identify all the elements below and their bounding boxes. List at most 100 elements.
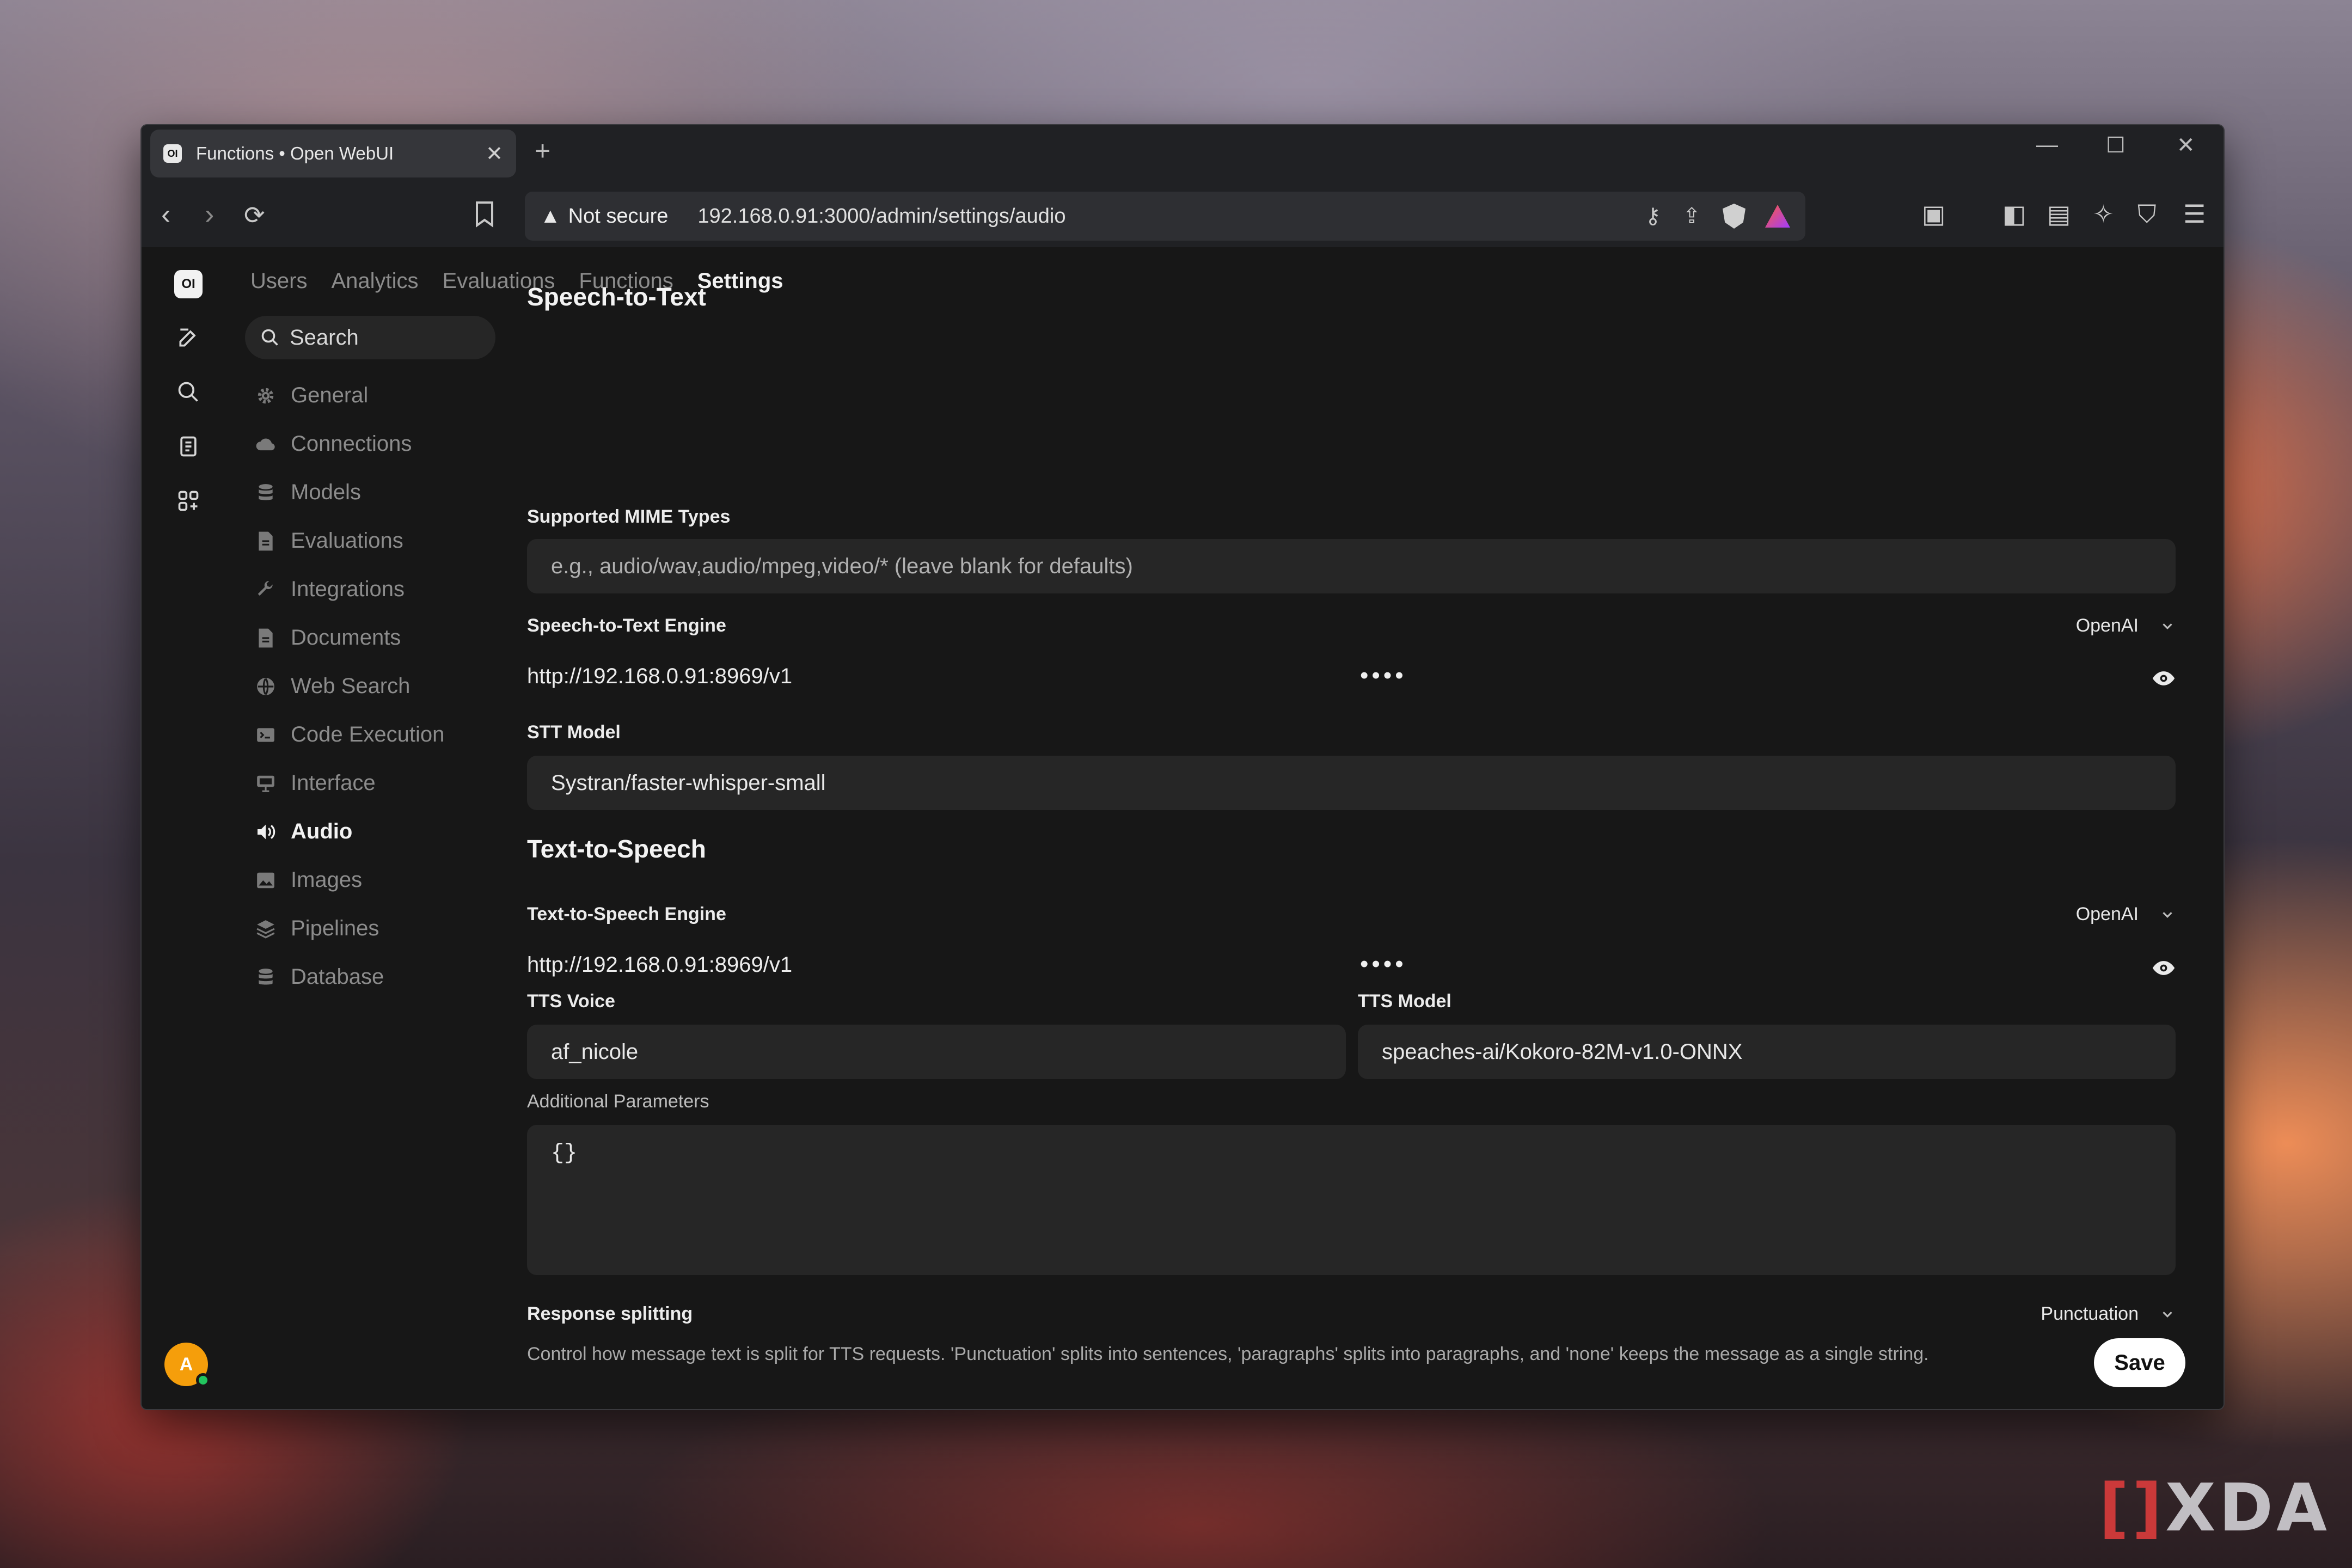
icon-rail: OI A — [142, 247, 226, 1409]
sidebar-item-interface[interactable]: Interface — [245, 759, 495, 807]
sidebar-item-integrations[interactable]: Integrations — [245, 565, 495, 614]
sidebar-item-label: Images — [291, 868, 363, 892]
save-button[interactable]: Save — [2094, 1338, 2185, 1387]
stt-engine-select[interactable]: OpenAI — [2076, 615, 2176, 636]
close-window-icon[interactable]: ✕ — [2177, 133, 2195, 158]
url-text[interactable]: 192.168.0.91:3000/admin/settings/audio — [697, 205, 1623, 228]
tts-api-key-input[interactable]: •••• — [1360, 951, 1407, 978]
stt-api-url-input[interactable]: http://192.168.0.91:8969/v1 — [527, 664, 792, 689]
speaker-icon — [255, 821, 277, 843]
response-splitting-description: Control how message text is split for TT… — [527, 1344, 1929, 1364]
database-icon — [255, 482, 277, 504]
sidebar-item-connections[interactable]: Connections — [245, 420, 495, 468]
back-icon[interactable]: ‹ — [161, 198, 170, 231]
tts-api-url-input[interactable]: http://192.168.0.91:8969/v1 — [527, 953, 792, 977]
response-splitting-label: Response splitting — [527, 1303, 693, 1324]
tts-model-label: TTS Model — [1358, 991, 1451, 1012]
sidebar-item-web-search[interactable]: Web Search — [245, 662, 495, 710]
sidebar-item-label: Documents — [291, 626, 401, 650]
stt-model-input[interactable]: Systran/faster-whisper-small — [527, 756, 2176, 810]
tts-voice-input[interactable]: af_nicole — [527, 1025, 1346, 1079]
search-label: Search — [290, 325, 359, 350]
workspace-icon[interactable] — [174, 487, 203, 515]
search-icon[interactable] — [174, 378, 203, 406]
globe-icon — [255, 676, 277, 697]
browser-tab[interactable]: OI Functions • Open WebUI ✕ — [150, 130, 516, 177]
sidebar-item-images[interactable]: Images — [245, 856, 495, 904]
sidebar-item-evaluations[interactable]: Evaluations — [245, 517, 495, 565]
forward-icon[interactable]: › — [205, 198, 214, 231]
sidebar-item-label: Connections — [291, 432, 412, 456]
tab-users[interactable]: Users — [250, 269, 307, 293]
tab-title: Functions • Open WebUI — [196, 143, 394, 163]
bookmark-icon[interactable] — [474, 200, 495, 234]
chevron-down-icon — [2163, 623, 2172, 629]
xda-watermark: []XDA — [2099, 1471, 2330, 1546]
sidebar-item-label: Evaluations — [291, 529, 403, 553]
reload-icon[interactable]: ⟳ — [244, 200, 265, 230]
brave-shields-icon[interactable] — [1723, 204, 1745, 229]
sidebar-item-label: General — [291, 383, 369, 407]
document-icon — [255, 530, 277, 552]
tts-model-input[interactable]: speaches-ai/Kokoro-82M-v1.0-ONNX — [1358, 1025, 2176, 1079]
vpn-shield-icon[interactable]: ⛉ — [2137, 199, 2157, 230]
share-icon[interactable]: ⇪ — [1682, 204, 1701, 229]
stt-model-label: STT Model — [527, 722, 621, 743]
reader-mode-icon[interactable]: ▣ — [1922, 199, 1945, 229]
sidebar-item-label: Pipelines — [291, 916, 379, 940]
sidebar-item-audio[interactable]: Audio — [245, 807, 495, 856]
minimize-icon[interactable]: — — [2036, 133, 2058, 157]
show-key-eye-icon[interactable] — [2152, 956, 2176, 980]
app-logo[interactable]: OI — [174, 270, 203, 298]
tts-engine-label: Text-to-Speech Engine — [527, 904, 726, 924]
leo-ai-icon[interactable]: ✧ — [2093, 199, 2114, 229]
sidebar-item-database[interactable]: Database — [245, 953, 495, 1001]
tts-voice-label: TTS Voice — [527, 991, 615, 1012]
tts-engine-select[interactable]: OpenAI — [2076, 904, 2176, 925]
online-status-dot — [196, 1373, 210, 1387]
stt-engine-label: Speech-to-Text Engine — [527, 615, 726, 636]
menu-icon[interactable]: ☰ — [2183, 199, 2206, 229]
tab-strip: OI Functions • Open WebUI ✕ + — ☐ ✕ — [142, 125, 2224, 183]
new-tab-button[interactable]: + — [535, 135, 550, 167]
wrench-icon — [255, 579, 277, 601]
additional-params-label: Additional Parameters — [527, 1091, 709, 1112]
notes-icon[interactable] — [174, 432, 203, 461]
cloud-icon — [255, 433, 277, 455]
settings-search-input[interactable]: Search — [245, 316, 495, 359]
sidebar-item-label: Audio — [291, 819, 353, 843]
browser-toolbar: ‹ › ⟳ ▲ Not secure 192.168.0.91:3000/adm… — [142, 183, 2224, 247]
sidebar-item-documents[interactable]: Documents — [245, 614, 495, 662]
sidebar-toggle-icon[interactable]: ◧ — [2002, 199, 2026, 229]
security-label[interactable]: Not secure — [568, 205, 669, 228]
additional-params-textarea[interactable]: {} — [527, 1125, 2176, 1275]
wallet-icon[interactable]: ▤ — [2047, 199, 2071, 229]
image-icon — [255, 869, 277, 891]
response-splitting-value: Punctuation — [2041, 1303, 2139, 1324]
show-key-eye-icon[interactable] — [2152, 666, 2176, 690]
sidebar-item-pipelines[interactable]: Pipelines — [245, 904, 495, 953]
sidebar-item-code-execution[interactable]: Code Execution — [245, 710, 495, 759]
settings-sidebar: Search General Connections Models Evalua… — [245, 316, 495, 1001]
mime-types-input[interactable]: e.g., audio/wav,audio/mpeg,video/* (leav… — [527, 539, 2176, 593]
maximize-icon[interactable]: ☐ — [2106, 133, 2126, 158]
sidebar-item-label: Integrations — [291, 577, 405, 601]
stt-heading: Speech-to-Text — [527, 283, 706, 311]
new-chat-icon[interactable] — [174, 323, 203, 352]
stt-api-key-input[interactable]: •••• — [1360, 662, 1407, 689]
brave-rewards-icon[interactable] — [1765, 205, 1790, 228]
tab-analytics[interactable]: Analytics — [331, 269, 418, 293]
address-bar[interactable]: ▲ Not secure 192.168.0.91:3000/admin/set… — [525, 192, 1805, 241]
response-splitting-select[interactable]: Punctuation — [2041, 1303, 2176, 1325]
sidebar-item-label: Interface — [291, 771, 376, 795]
terminal-icon — [255, 724, 277, 746]
layers-icon — [255, 918, 277, 940]
sidebar-item-general[interactable]: General — [245, 371, 495, 420]
tab-close-icon[interactable]: ✕ — [486, 142, 503, 166]
monitor-icon — [255, 773, 277, 794]
tts-engine-value: OpenAI — [2075, 904, 2139, 924]
sidebar-item-models[interactable]: Models — [245, 468, 495, 517]
document-icon — [255, 627, 277, 649]
key-icon[interactable]: ⚷ — [1645, 204, 1661, 229]
audio-settings-panel: Speech-to-Text Supported MIME Types e.g.… — [527, 247, 2176, 1409]
